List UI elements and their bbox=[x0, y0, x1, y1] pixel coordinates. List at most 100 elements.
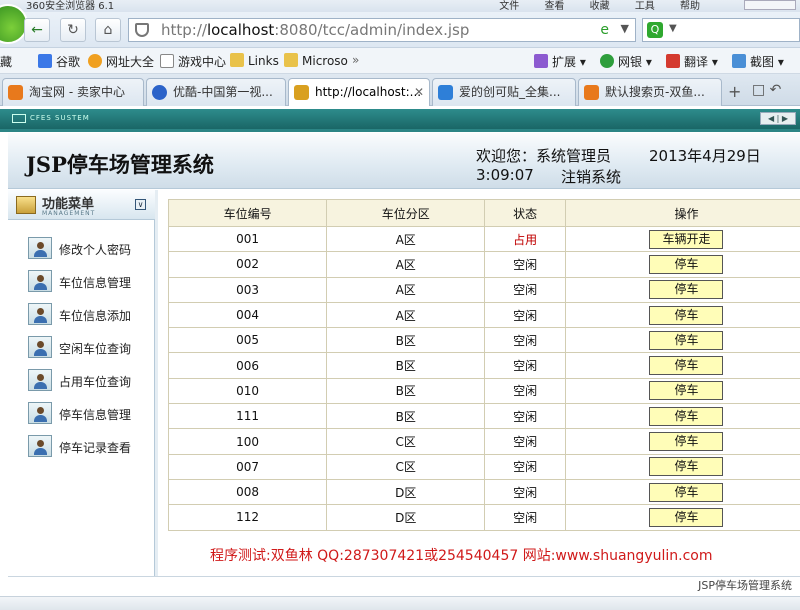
park-button[interactable]: 停车 bbox=[649, 280, 724, 300]
soku-icon bbox=[438, 85, 453, 100]
frame-nav-controls[interactable]: ◀ | ▶ bbox=[760, 112, 796, 125]
sidebar-item-parking-management[interactable]: 停车信息管理 bbox=[26, 401, 154, 427]
browser-title-bar: 360安全浏览器 6.1 文件 查看 收藏 工具 帮助 bbox=[0, 0, 800, 12]
sidebar-item-label[interactable]: 车位信息添加 bbox=[59, 307, 131, 324]
page-title: JSP停车场管理系统 bbox=[26, 152, 214, 177]
panel-splitter[interactable] bbox=[155, 190, 158, 576]
sidebar-item-label[interactable]: 停车记录查看 bbox=[59, 439, 131, 456]
park-button[interactable]: 停车 bbox=[649, 457, 724, 477]
fav-item-links[interactable]: Links bbox=[230, 53, 279, 68]
sidebar-item-label[interactable]: 空闲车位查询 bbox=[59, 340, 131, 357]
status-cell: 空闲 bbox=[484, 251, 566, 278]
park-button[interactable]: 停车 bbox=[649, 432, 724, 452]
address-bar[interactable]: http://localhost:8080/tcc/admin/index.js… bbox=[128, 18, 636, 42]
logout-link[interactable]: 注销系统 bbox=[561, 166, 621, 187]
chevron-down-icon[interactable]: ▼ bbox=[621, 22, 629, 35]
park-button[interactable]: 停车 bbox=[649, 507, 724, 527]
table-row: 111 B区 空闲 停车 bbox=[167, 403, 800, 430]
park-button[interactable]: 停车 bbox=[649, 305, 724, 325]
web-page: CFES SUSTEM ◀ | ▶ JSP停车场管理系统 欢迎您：系统管理员 2… bbox=[0, 106, 800, 610]
home-icon[interactable]: ⌂ bbox=[95, 18, 121, 42]
space-id-cell: 008 bbox=[167, 478, 328, 506]
menu-favorites[interactable]: 收藏 bbox=[590, 1, 610, 12]
browser-nav-bar: ← ↻ ⌂ http://localhost:8080/tcc/admin/in… bbox=[0, 4, 800, 48]
drive-away-button[interactable]: 车辆开走 bbox=[649, 229, 724, 249]
tab-soku[interactable]: 爱的创可贴_全集... bbox=[432, 78, 576, 106]
space-id-cell: 004 bbox=[167, 301, 328, 329]
tab-localhost[interactable]: http://localhost:... ✕ bbox=[288, 78, 430, 106]
sidebar-item-label[interactable]: 修改个人密码 bbox=[59, 241, 131, 258]
park-button[interactable]: 停车 bbox=[649, 356, 724, 376]
fav-item-microsoft[interactable]: Microso bbox=[284, 53, 348, 68]
chevron-down-icon[interactable]: ∨ bbox=[135, 199, 146, 210]
zone-cell: A区 bbox=[326, 276, 486, 303]
table-row: 001 A区 占用 车辆开走 bbox=[167, 225, 800, 253]
fav-item[interactable]: 藏 bbox=[0, 53, 12, 70]
sidebar-item-free-space-query[interactable]: 空闲车位查询 bbox=[26, 335, 154, 361]
tab-youku[interactable]: 优酷-中国第一视... bbox=[146, 78, 286, 106]
page-icon bbox=[160, 54, 174, 68]
park-button[interactable]: 停车 bbox=[649, 482, 724, 502]
menu-file[interactable]: 文件 bbox=[499, 1, 519, 12]
status-cell: 占用 bbox=[484, 225, 566, 253]
monitor-icon bbox=[12, 114, 26, 123]
close-icon[interactable]: ✕ bbox=[414, 79, 424, 105]
tab-tools-icon[interactable]: □ ↶ bbox=[752, 82, 781, 98]
ext-extensions[interactable]: 扩展 ▾ bbox=[534, 53, 586, 70]
chevron-down-icon[interactable]: ▼ bbox=[669, 23, 677, 34]
ie-compat-icon[interactable]: e bbox=[600, 22, 609, 38]
site-directory-icon bbox=[88, 54, 102, 68]
status-cell: 空闲 bbox=[484, 478, 566, 506]
search-engine-icon[interactable]: Q bbox=[647, 22, 663, 38]
back-arrow-icon[interactable]: ← bbox=[24, 18, 50, 42]
fav-item-hao123[interactable]: 网址大全 bbox=[88, 53, 154, 70]
user-card-icon bbox=[28, 303, 52, 325]
menu-tools[interactable]: 工具 bbox=[635, 1, 655, 12]
shield-icon bbox=[135, 23, 149, 37]
tester-contact-note: 程序测试:双鱼林 QQ:287307421或254540457 网站:www.s… bbox=[210, 548, 713, 564]
sidebar-item-change-password[interactable]: 修改个人密码 bbox=[26, 236, 154, 262]
space-id-cell: 006 bbox=[167, 352, 328, 379]
park-button[interactable]: 停车 bbox=[649, 381, 724, 401]
address-url[interactable]: http://localhost:8080/tcc/admin/index.js… bbox=[161, 21, 469, 39]
sidebar-subtitle: MANAGEMENT bbox=[42, 210, 96, 217]
action-cell: 停车 bbox=[564, 301, 800, 329]
action-cell: 停车 bbox=[564, 504, 800, 531]
new-tab-icon[interactable]: + bbox=[728, 82, 741, 101]
sidebar-item-space-add[interactable]: 车位信息添加 bbox=[26, 302, 154, 328]
status-line: JSP停车场管理系统 bbox=[8, 576, 800, 596]
sidebar-item-occupied-space-query[interactable]: 占用车位查询 bbox=[26, 368, 154, 394]
sidebar-item-label[interactable]: 车位信息管理 bbox=[59, 274, 131, 291]
ext-translate[interactable]: 翻译 ▾ bbox=[666, 53, 718, 70]
space-id-cell: 007 bbox=[167, 453, 328, 480]
fav-more[interactable]: » bbox=[352, 53, 359, 67]
youku-icon bbox=[152, 85, 167, 100]
menu-view[interactable]: 查看 bbox=[544, 1, 564, 12]
refresh-icon[interactable]: ↻ bbox=[60, 18, 86, 42]
ext-bank[interactable]: 网银 ▾ bbox=[600, 53, 652, 70]
tab-default-search[interactable]: 默认搜索页-双鱼... bbox=[578, 78, 722, 106]
divider bbox=[0, 129, 800, 132]
park-button[interactable]: 停车 bbox=[649, 330, 724, 350]
sidebar-item-space-management[interactable]: 车位信息管理 bbox=[26, 269, 154, 295]
action-cell: 停车 bbox=[564, 453, 800, 480]
sidebar-item-label[interactable]: 停车信息管理 bbox=[59, 406, 131, 423]
menu-help[interactable]: 帮助 bbox=[680, 1, 700, 12]
park-button[interactable]: 停车 bbox=[649, 406, 724, 426]
status-cell: 空闲 bbox=[484, 352, 566, 379]
window-controls[interactable] bbox=[744, 0, 796, 10]
park-button[interactable]: 停车 bbox=[649, 254, 724, 274]
sidebar-item-parking-records[interactable]: 停车记录查看 bbox=[26, 434, 154, 460]
sidebar-item-label[interactable]: 占用车位查询 bbox=[59, 373, 131, 390]
zone-cell: A区 bbox=[326, 301, 486, 329]
ext-screenshot[interactable]: 截图 ▾ bbox=[732, 53, 784, 70]
extensions-icon bbox=[534, 54, 548, 68]
table-row: 100 C区 空闲 停车 bbox=[167, 428, 800, 455]
fav-item-google[interactable]: 谷歌 bbox=[38, 53, 80, 70]
tab-taobao[interactable]: 淘宝网 - 卖家中心 bbox=[2, 78, 144, 106]
table-row: 002 A区 空闲 停车 bbox=[167, 251, 800, 278]
search-box[interactable]: Q ▼ bbox=[642, 18, 800, 42]
fav-item-games[interactable]: 游戏中心 bbox=[160, 53, 226, 70]
parking-space-table: 车位编号 车位分区 状态 操作 001 A区 占用 车辆开走 002 A区 空闲 停车 003 A… bbox=[167, 199, 800, 531]
action-cell: 停车 bbox=[564, 327, 800, 354]
